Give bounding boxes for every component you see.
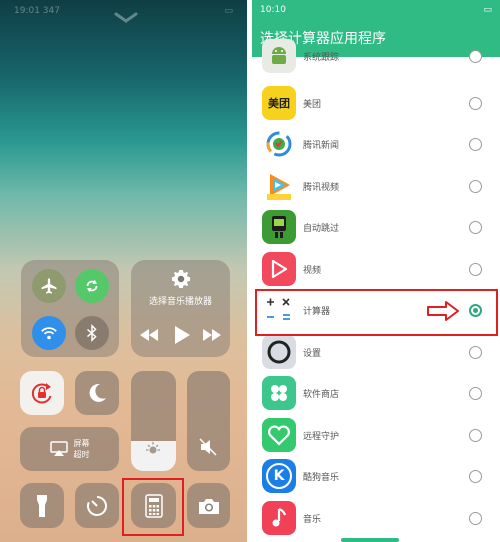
bluetooth-icon: [87, 324, 97, 342]
airplane-icon: [41, 278, 57, 294]
moon-icon: [89, 383, 106, 402]
screen-timeout-label-line1: 屏幕: [73, 439, 90, 448]
music-icon: [262, 501, 296, 535]
list-item[interactable]: 腾讯新闻: [252, 124, 500, 165]
kugou-music-icon: K: [262, 459, 296, 493]
settings-icon: [262, 335, 296, 369]
app-name: 酷狗音乐: [303, 473, 340, 483]
bluetooth-toggle[interactable]: [75, 316, 109, 350]
screen-timeout-button[interactable]: 屏幕 超时: [20, 427, 119, 471]
rotation-lock-button[interactable]: [20, 371, 64, 415]
list-item[interactable]: 软件商店: [252, 373, 500, 414]
android-icon: [262, 39, 296, 73]
calculator-highlight-box: [255, 289, 498, 336]
music-player-label: 选择音乐播放器: [148, 297, 212, 307]
list-item[interactable]: 美团 美团: [252, 83, 500, 124]
app-name: 远程守护: [303, 432, 340, 442]
app-name: 视频: [303, 266, 322, 276]
camera-icon: [198, 498, 219, 514]
radio-button[interactable]: [469, 180, 482, 193]
app-name: 腾讯视频: [303, 183, 340, 193]
video-icon: [262, 252, 296, 286]
status-time: 19:01 347: [14, 6, 60, 16]
kugou-icon-ring: K: [266, 463, 292, 489]
scrollbar[interactable]: [341, 538, 399, 542]
radio-button[interactable]: [469, 263, 482, 276]
chevron-down-icon[interactable]: [113, 12, 139, 24]
radio-button[interactable]: [469, 387, 482, 400]
list-item[interactable]: 系统跟踪: [252, 36, 500, 77]
wifi-toggle[interactable]: [32, 316, 66, 350]
meituan-icon-text: 美团: [268, 97, 290, 110]
radio-button[interactable]: [469, 221, 482, 234]
app-name: 美团: [303, 100, 322, 110]
tencent-video-icon: [262, 169, 296, 203]
screen-timeout-label-line2: 超时: [73, 450, 90, 459]
previous-track-icon[interactable]: [139, 328, 159, 342]
radio-button[interactable]: [469, 346, 482, 359]
remote-guard-icon: [262, 418, 296, 452]
brightness-icon: [146, 442, 160, 454]
next-track-icon[interactable]: [202, 328, 222, 342]
app-name: 软件商店: [303, 390, 340, 400]
rotation-lock-icon: [31, 383, 52, 404]
app-chooser-panel: 10:10 ▭ 选择计算器应用程序 系统跟踪 美团 美团 腾讯新闻 腾讯视频 自…: [252, 0, 500, 542]
play-icon[interactable]: [173, 325, 191, 345]
status-bar: 10:10 ▭: [260, 3, 492, 17]
timer-icon: [87, 495, 107, 516]
list-item[interactable]: 视频: [252, 249, 500, 290]
meituan-icon: 美团: [262, 86, 296, 120]
control-center-panel: 19:01 347 ▭ 选择音乐播放器 屏幕 超时: [0, 0, 247, 542]
airplay-icon: [49, 441, 68, 456]
kugou-icon-text: K: [273, 468, 285, 484]
timer-button[interactable]: [75, 483, 119, 528]
sync-icon: [86, 279, 98, 293]
auto-skip-icon: [262, 210, 296, 244]
list-item[interactable]: 自动跳过: [252, 207, 500, 248]
camera-button[interactable]: [187, 483, 230, 528]
app-name: 腾讯新闻: [303, 141, 340, 151]
list-item[interactable]: K 酷狗音乐: [252, 456, 500, 497]
volume-slider[interactable]: [187, 371, 230, 471]
radio-button[interactable]: [469, 470, 482, 483]
list-item[interactable]: 音乐: [252, 498, 500, 539]
app-store-icon: [262, 376, 296, 410]
app-name: 自动跳过: [303, 224, 340, 234]
list-item[interactable]: 设置: [252, 332, 500, 373]
app-name: 系统跟踪: [303, 53, 340, 63]
music-player-module[interactable]: 选择音乐播放器: [131, 260, 230, 357]
calculator-highlight-box: [122, 478, 184, 536]
wifi-icon: [41, 327, 57, 340]
status-time: 10:10: [260, 5, 286, 15]
speaker-muted-icon: [199, 438, 217, 456]
list-item[interactable]: 腾讯视频: [252, 166, 500, 207]
radio-button[interactable]: [469, 50, 482, 63]
brightness-slider[interactable]: [131, 371, 176, 471]
list-item[interactable]: 远程守护: [252, 415, 500, 456]
radio-button[interactable]: [469, 512, 482, 525]
rotation-lock-toggle[interactable]: [75, 269, 109, 303]
app-name: 设置: [303, 349, 322, 359]
flashlight-button[interactable]: [20, 483, 64, 528]
radio-button[interactable]: [469, 429, 482, 442]
flashlight-icon: [37, 494, 47, 517]
app-name: 音乐: [303, 515, 322, 525]
gear-icon: [171, 269, 191, 289]
screen-timeout-label: 屏幕 超时: [74, 438, 90, 460]
radio-button[interactable]: [469, 97, 482, 110]
airplane-mode-toggle[interactable]: [32, 269, 66, 303]
arrow-right-icon: [427, 301, 459, 321]
connectivity-module: [21, 260, 119, 357]
battery-icon: ▭: [224, 6, 233, 16]
radio-button[interactable]: [469, 138, 482, 151]
do-not-disturb-button[interactable]: [75, 371, 119, 415]
battery-icon: ▭: [483, 5, 492, 15]
tencent-news-icon: [262, 127, 296, 161]
